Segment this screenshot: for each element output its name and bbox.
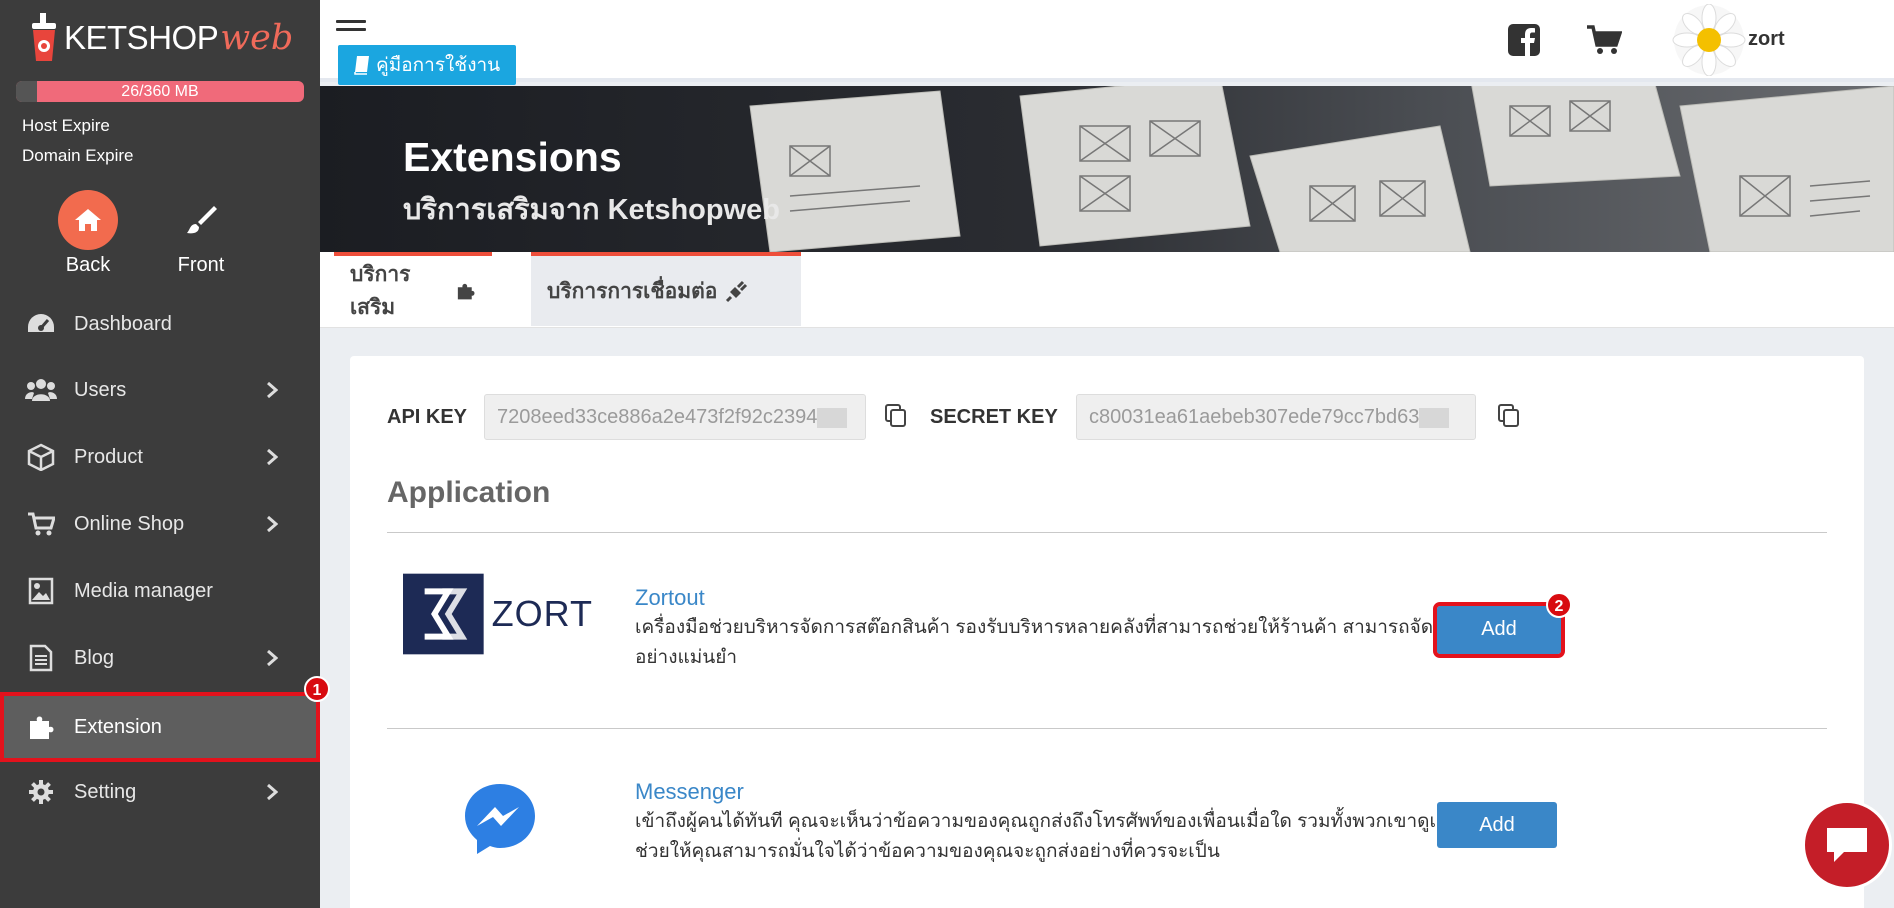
chevron-right-icon [267, 515, 278, 533]
divider [387, 532, 1827, 533]
gear-icon [24, 777, 58, 807]
app-description: เครื่องมือช่วยบริหารจัดการสต๊อกสินค้า รอ… [635, 617, 1536, 668]
secret-key-value: c80031ea61aebeb307ede79cc7bd63 [1089, 406, 1420, 428]
copy-api-key-icon[interactable] [885, 404, 907, 428]
chat-bubble-icon [1827, 828, 1867, 862]
app-name-messenger[interactable]: Messenger [635, 779, 744, 805]
page-subtitle: บริการเสริมจาก Ketshopweb [403, 194, 780, 226]
domain-expire-label: Domain Expire [22, 146, 134, 165]
shopping-cart-icon[interactable] [1586, 24, 1622, 56]
front-label: Front [177, 254, 225, 276]
app-row-zortout: ZORT Zortout เครื่องมือช่วยบริหารจัดการส… [387, 556, 1827, 706]
app-name-zortout[interactable]: Zortout [635, 585, 705, 611]
add-zortout-button[interactable]: Add [1433, 602, 1565, 658]
tab-label: บริการการเชื่อมต่อ [547, 279, 718, 303]
add-messenger-button[interactable]: Add [1437, 802, 1557, 848]
chevron-right-icon [267, 649, 278, 667]
cart-icon [24, 509, 58, 539]
sidebar-item-extension[interactable]: Extension [0, 692, 320, 762]
brand-name: KETSHOP [64, 19, 219, 56]
chat-button[interactable] [1802, 800, 1892, 890]
box-icon [24, 442, 58, 472]
topbar: คู่มือการใช้งาน zort [320, 0, 1894, 85]
document-icon [24, 643, 58, 673]
username[interactable]: zort [1748, 28, 1785, 51]
ketshopweb-logo[interactable]: KETSHOP web [30, 10, 293, 66]
sidebar-item-label: Online Shop [74, 512, 185, 535]
secret-key-field[interactable]: c80031ea61aebeb307ede79cc7bd63 [1076, 394, 1476, 440]
sidebar-item-media-manager[interactable]: Media manager [0, 558, 320, 624]
app-description: เข้าถึงผู้คนได้ทันที คุณจะเห็นว่าข้อความ… [635, 811, 1544, 862]
chevron-right-icon [267, 448, 278, 466]
sidebar-item-label: Setting [74, 780, 137, 803]
front-store-button[interactable]: Front [165, 190, 237, 277]
chevron-right-icon [267, 783, 278, 801]
sidebar-item-label: Blog [74, 646, 115, 669]
zort-logo: ZORT [403, 572, 593, 656]
step-1-badge: 1 [304, 676, 330, 702]
secret-key-mask [1419, 407, 1450, 428]
tab-label: บริการเสริม [350, 263, 411, 319]
brand-web: web [220, 18, 294, 58]
sidebar-item-online-shop[interactable]: Online Shop [0, 491, 320, 557]
zort-logo-text: ZORT [491, 593, 593, 634]
plug-icon [726, 280, 748, 303]
sidebar-item-label: Users [74, 378, 127, 401]
image-icon [24, 576, 58, 606]
app-row-messenger: Messenger เข้าถึงผู้คนได้ทันที คุณจะเห็น… [387, 752, 1827, 902]
tab-extensions[interactable]: บริการเสริม [334, 252, 492, 326]
sidebar-item-dashboard[interactable]: Dashboard [0, 291, 320, 357]
sidebar-item-label: Product [74, 445, 143, 468]
application-heading: Application [387, 476, 551, 509]
back-label: Back [65, 254, 111, 276]
tab-connections[interactable]: บริการการเชื่อมต่อ [531, 252, 801, 326]
storage-usage-bar: 26/360 MB [16, 81, 304, 102]
sidebar-item-label: Extension [74, 715, 162, 738]
hamburger-menu-icon[interactable] [336, 20, 366, 42]
chevron-right-icon [267, 381, 278, 399]
dashboard-icon [24, 309, 58, 339]
divider [387, 728, 1827, 729]
puzzle-icon [24, 712, 58, 742]
sidebar-item-blog[interactable]: Blog [0, 625, 320, 691]
zort-logo-mark-icon [403, 573, 484, 655]
sidebar-item-product[interactable]: Product [0, 424, 320, 490]
sidebar-item-users[interactable]: Users [0, 357, 320, 423]
home-icon [58, 190, 118, 250]
avatar[interactable] [1672, 4, 1746, 76]
back-office-button[interactable]: Back [52, 190, 124, 277]
api-key-field[interactable]: 7208eed33ce886a2e473f2f92c2394 [484, 394, 866, 440]
messenger-logo-icon [465, 784, 535, 854]
user-manual-button[interactable]: คู่มือการใช้งาน [338, 45, 517, 85]
sidebar-item-label: Dashboard [74, 312, 172, 335]
hero-banner: Extensions บริการเสริมจาก Ketshopweb [320, 86, 1894, 252]
secret-key-label: SECRET KEY [930, 406, 1058, 428]
storage-usage-text: 26/360 MB [121, 83, 199, 100]
sidebar-item-setting[interactable]: Setting [0, 759, 320, 825]
users-icon [24, 375, 58, 405]
extensions-card: API KEY 7208eed33ce886a2e473f2f92c2394 S… [350, 356, 1864, 908]
host-expire-label: Host Expire [22, 116, 110, 135]
user-manual-label: คู่มือการใช้งาน [376, 55, 501, 76]
page-title: Extensions [403, 134, 622, 180]
ketshop-cup-logo-icon [32, 13, 56, 61]
sidebar: KETSHOP web 26/360 MB Host Expire Domain… [0, 0, 330, 908]
facebook-icon[interactable] [1508, 24, 1540, 56]
copy-secret-key-icon[interactable] [1498, 404, 1520, 428]
step-2-badge: 2 [1546, 592, 1572, 618]
sidebar-item-label: Media manager [74, 579, 213, 602]
api-key-mask [817, 407, 848, 428]
paintbrush-icon [171, 190, 231, 250]
api-key-label: API KEY [387, 406, 468, 428]
api-key-value: 7208eed33ce886a2e473f2f92c2394 [497, 406, 818, 428]
book-icon [354, 56, 369, 75]
tab-bar: บริการเสริม บริการการเชื่อมต่อ [320, 252, 1894, 328]
puzzle-icon [457, 283, 475, 300]
